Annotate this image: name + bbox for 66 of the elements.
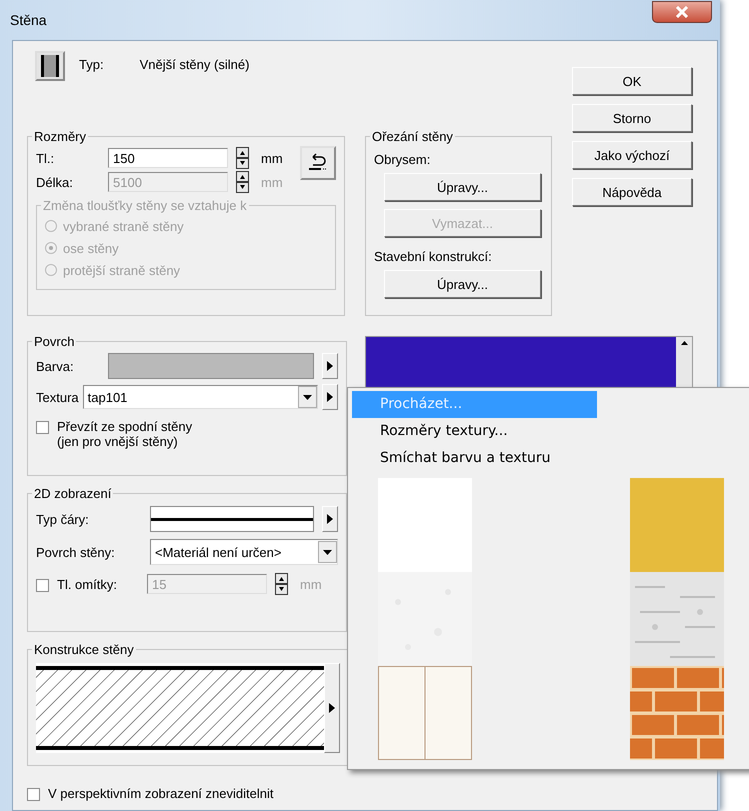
type-label: Typ:: [79, 57, 104, 72]
triangle-icon: [327, 514, 333, 524]
input-field[interactable]: 150: [108, 148, 228, 168]
arrow-button[interactable]: [322, 506, 338, 532]
arrow-button[interactable]: [324, 663, 340, 753]
triangle-icon: [327, 392, 333, 402]
checkbox-label: Tl. omítky:: [57, 576, 118, 592]
spinner-icon[interactable]: [236, 147, 249, 169]
menu-item[interactable]: Smíchat barvu a texturu: [352, 445, 597, 472]
dialog-button[interactable]: Storno: [572, 104, 692, 132]
field-label: Délka:: [36, 174, 74, 190]
arrow-button[interactable]: [322, 353, 338, 379]
checkbox[interactable]: [36, 578, 49, 592]
color-swatch[interactable]: [108, 353, 314, 379]
section-label: Obrysem:: [374, 152, 432, 167]
dialog-button[interactable]: Jako výchozí: [572, 141, 692, 169]
scroll-up-icon[interactable]: [680, 341, 688, 345]
texture-swatch[interactable]: [630, 666, 724, 760]
menu-item[interactable]: Rozměry textury...: [352, 418, 597, 445]
triangle-icon: [327, 361, 333, 371]
type-value: Vnější stěny (silné): [140, 57, 250, 72]
surface-combo[interactable]: <Materiál není určen>: [150, 539, 338, 565]
checkbox-label: Převzít ze spodní stěny (jen pro vnější stěny): [57, 419, 192, 449]
wall-icon: [40, 55, 60, 77]
group-title: Povrch: [33, 334, 76, 349]
texture-combo[interactable]: tap101: [82, 385, 318, 409]
wall-type-button[interactable]: [35, 51, 65, 81]
field-label: Barva:: [36, 358, 75, 374]
radio-label: vybrané straně stěny: [63, 218, 184, 234]
radio-label: protější straně stěny: [63, 262, 180, 278]
arrow-button[interactable]: [322, 384, 338, 410]
field-label: Textura: [36, 390, 79, 404]
field-label: Tl.:: [36, 150, 56, 166]
texture-swatch[interactable]: [630, 572, 724, 666]
line-type-field[interactable]: [150, 506, 314, 532]
group-title: Konstrukce stěny: [33, 642, 135, 657]
triangle-icon: [329, 703, 335, 713]
field-label: Povrch stěny:: [36, 544, 116, 560]
undo-icon: [307, 153, 329, 173]
spinner-icon[interactable]: [236, 171, 249, 193]
window-title: Stěna: [10, 12, 47, 28]
spinner-icon[interactable]: [275, 573, 288, 595]
close-icon: [675, 6, 689, 18]
caret-icon: [323, 550, 332, 554]
texture-swatch[interactable]: [378, 666, 472, 760]
checkbox[interactable]: [27, 788, 40, 801]
checkbox-label: V perspektivním zobrazení zneviditelnit: [48, 786, 274, 801]
unit-label: mm: [300, 576, 322, 592]
group-title: 2D zobrazení: [33, 486, 112, 501]
unit-label: mm: [261, 150, 283, 166]
group-title: Rozměry: [33, 129, 88, 144]
caret-icon: [303, 394, 312, 400]
reset-button[interactable]: [300, 146, 336, 180]
close-button[interactable]: [652, 1, 712, 23]
texture-swatch[interactable]: [630, 478, 724, 572]
dialog-button[interactable]: OK: [572, 67, 692, 95]
group-title: Změna tloušťky stěny se vztahuje k: [42, 198, 248, 213]
radio-label: ose stěny: [63, 240, 119, 256]
group-title: Ořezání stěny: [371, 129, 454, 144]
field-label: Typ čáry:: [36, 512, 90, 526]
unit-label: mm: [261, 174, 283, 190]
checkbox[interactable]: [36, 421, 49, 434]
edit-button[interactable]: Úpravy...: [384, 270, 541, 298]
dialog-button[interactable]: Nápověda: [572, 178, 692, 206]
section-label: Stavební konstrukcí:: [374, 249, 493, 264]
edit-button[interactable]: Úpravy...: [384, 173, 541, 201]
